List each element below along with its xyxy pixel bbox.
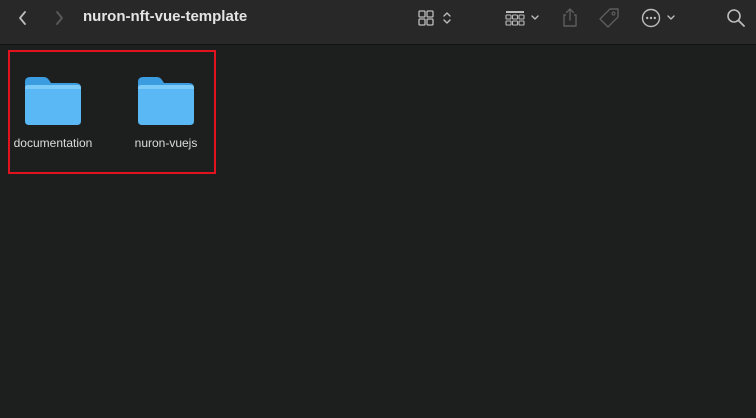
group-by-icon bbox=[505, 11, 539, 26]
window-title: nuron-nft-vue-template bbox=[83, 8, 248, 25]
search-button[interactable] bbox=[724, 0, 748, 36]
more-actions-button[interactable] bbox=[638, 0, 680, 36]
grid-view-icon bbox=[418, 10, 451, 26]
finder-window: nuron-nft-vue-template documentation nur… bbox=[0, 0, 756, 418]
selection-highlight-box bbox=[8, 50, 216, 174]
view-mode-button[interactable] bbox=[414, 0, 456, 36]
forward-button[interactable] bbox=[46, 0, 72, 36]
share-button[interactable] bbox=[558, 0, 582, 36]
search-icon bbox=[727, 9, 745, 27]
group-by-button[interactable] bbox=[502, 0, 544, 36]
tag-button[interactable] bbox=[596, 0, 622, 36]
chevron-right-icon bbox=[56, 11, 63, 25]
share-icon bbox=[563, 8, 577, 27]
ellipsis-circle-icon bbox=[641, 8, 675, 28]
chevron-left-icon bbox=[19, 11, 26, 25]
tag-icon bbox=[599, 8, 619, 28]
toolbar: nuron-nft-vue-template bbox=[0, 0, 756, 45]
back-button[interactable] bbox=[10, 0, 36, 36]
